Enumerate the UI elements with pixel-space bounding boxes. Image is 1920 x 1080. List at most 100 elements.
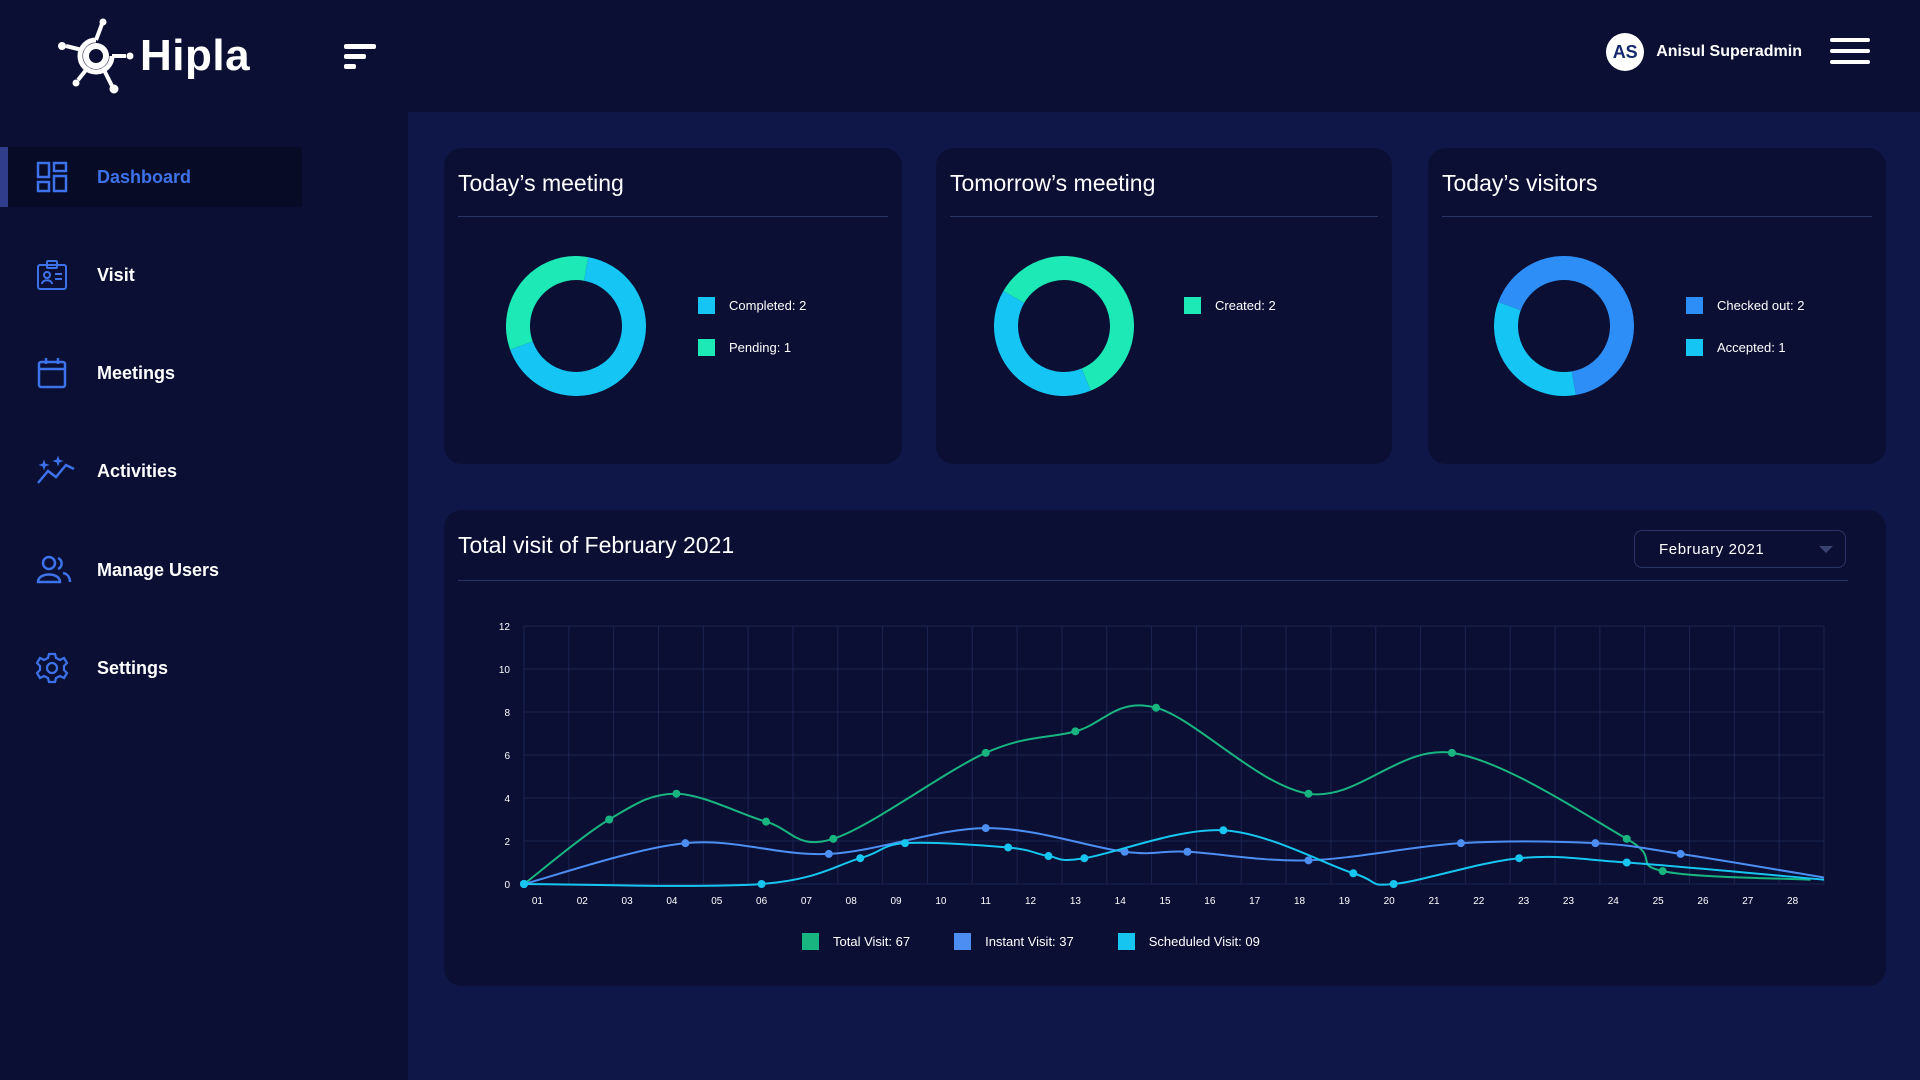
sidebar-toggle-button[interactable] [344,44,384,74]
y-tick-label: 8 [504,708,510,719]
x-tick-label: 03 [622,896,634,906]
data-point-scheduled-visit [1389,880,1398,888]
user-profile[interactable]: AS Anisul Superadmin [1606,32,1802,72]
sidebar-item-label: Manage Users [97,559,220,580]
legend-swatch [802,932,819,950]
legend-swatch [698,338,715,356]
calendar-icon [37,358,67,389]
data-point-total-visit [1622,834,1631,843]
visit-line-chart: 02468101201 02 03 04 05 06 07 08 09 10 11 12 13 14 15 1… [499,622,1825,906]
x-tick-label: 27 [1742,896,1754,906]
x-tick-label: 12 [1025,896,1037,906]
data-point-scheduled-visit [1622,858,1631,867]
data-point-scheduled-visit [1004,843,1013,852]
sidebar-item-settings[interactable]: Settings [0,638,302,698]
legend-label: Checked out: 2 [1717,297,1805,313]
main-content: Today’s meeting Completed: 2 Pending: 1 … [408,112,1920,1080]
legend-label: Scheduled Visit: 09 [1148,933,1260,949]
top-bar: Hipla AS Anisul Superadmin [0,0,1920,112]
data-point-total-visit [1152,703,1161,712]
x-tick-label: 18 [1294,896,1306,906]
sidebar-item-label: Meetings [97,362,176,383]
total-visit-chart-card: Total visit of February 2021 February 20… [444,510,1886,986]
legend-label: Instant Visit: 37 [985,933,1074,949]
sidebar-item-meetings[interactable]: Meetings [0,343,302,403]
divider [458,216,888,217]
x-tick-label: 17 [1249,896,1261,906]
card-title: Today’s visitors [1442,170,1598,196]
x-tick-label: 28 [1787,896,1799,906]
divider [458,580,1848,581]
series-line-total-visit [523,704,1811,885]
activity-chart-icon [37,455,75,484]
sidebar-item-label: Visit [97,264,135,285]
data-point-scheduled-visit [901,839,910,848]
sidebar-item-dashboard[interactable]: Dashboard [0,147,302,207]
y-tick-label: 2 [504,837,510,848]
data-point-total-visit [1304,789,1313,798]
data-point-scheduled-visit [856,854,865,863]
hamburger-menu-button[interactable] [1830,38,1870,68]
data-point-scheduled-visit [520,880,528,888]
y-tick-label: 4 [504,794,510,805]
y-tick-label: 0 [504,880,510,891]
data-point-total-visit [1658,867,1667,876]
data-point-scheduled-visit [757,880,766,888]
divider [1442,216,1872,217]
data-point-total-visit [672,789,681,798]
data-point-total-visit [1071,727,1080,736]
data-point-total-visit [605,815,614,824]
month-select[interactable]: February 2021 [1634,530,1846,568]
data-point-instant-visit [1456,839,1465,848]
legend-swatch [1686,296,1703,314]
legend-item-scheduled[interactable]: Scheduled Visit: 09 [1117,932,1260,950]
x-tick-label: 04 [666,896,678,906]
x-tick-label: 02 [577,896,589,906]
hipla-logo-icon [58,18,134,94]
sidebar-item-label: Dashboard [97,166,192,187]
users-icon [36,555,72,584]
x-tick-label: 24 [1608,896,1620,906]
legend-item: Created: 2 [1184,296,1276,314]
x-tick-label: 08 [846,896,858,906]
x-tick-label: 05 [711,896,723,906]
sidebar-item-activities[interactable]: Activities [0,441,302,501]
legend-item: Checked out: 2 [1686,296,1804,314]
x-tick-label: 07 [801,896,813,906]
data-point-instant-visit [824,849,833,858]
data-point-scheduled-visit [1080,854,1089,863]
dashboard-icon [36,161,68,193]
data-point-total-visit [762,817,771,826]
legend-item-total[interactable]: Total Visit: 67 [802,932,910,950]
x-tick-label: 16 [1204,896,1216,906]
legend-swatch [1184,296,1201,314]
x-tick-label: 11 [981,896,992,906]
sidebar-item-manage-users[interactable]: Manage Users [0,540,302,600]
app-logo[interactable]: Hipla [56,18,250,94]
x-tick-label: 06 [756,896,768,906]
x-tick-label: 21 [1428,896,1440,906]
data-point-instant-visit [1591,839,1600,848]
x-tick-label: 22 [1473,896,1485,906]
legend-item: Pending: 1 [698,338,806,356]
legend-swatch [954,932,972,950]
sidebar-item-visit[interactable]: Visit [0,245,302,305]
y-tick-label: 10 [499,665,511,676]
x-tick-label: 14 [1115,896,1127,906]
legend-swatch [1686,338,1703,356]
month-select-value: February 2021 [1659,540,1765,558]
visit-id-card-icon [37,260,67,290]
legend-swatch [1117,932,1135,950]
x-tick-label: 23 [1563,896,1575,906]
x-tick-label: 25 [1653,896,1665,906]
chart-legend: Total Visit: 67 Instant Visit: 37 Schedu… [802,932,1304,950]
legend-item-instant[interactable]: Instant Visit: 37 [954,932,1074,950]
avatar: AS [1606,33,1645,71]
data-point-instant-visit [1183,847,1192,856]
data-point-scheduled-visit [1219,826,1228,835]
sidebar: Dashboard Visit Meetings Activities Mana… [0,112,408,1080]
x-tick-label: 13 [1070,896,1082,906]
data-point-instant-visit [1676,849,1685,858]
divider [950,216,1378,217]
tomorrows-meeting-donut [994,256,1134,396]
